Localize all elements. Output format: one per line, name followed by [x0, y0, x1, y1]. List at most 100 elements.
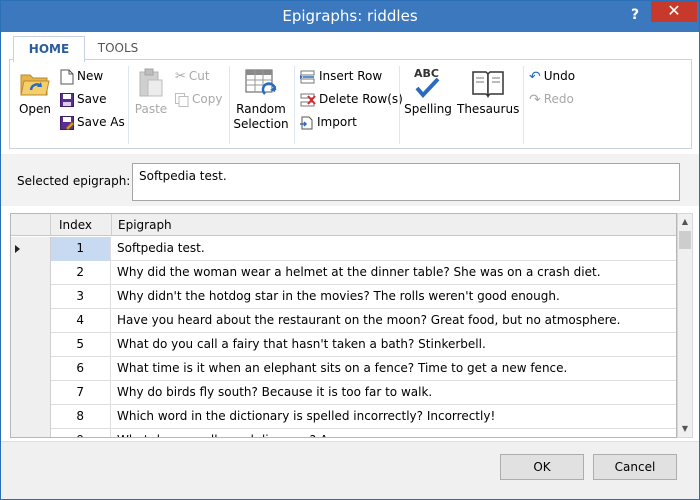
redo-label: Redo — [543, 92, 574, 106]
epigraph-table: Index Epigraph 1 Softpedia test. 2 Why d… — [10, 213, 677, 438]
table-row[interactable]: 4 Have you heard about the restaurant on… — [11, 309, 676, 333]
help-button[interactable]: ? — [625, 5, 645, 25]
checkmark-icon — [415, 78, 440, 98]
row-header[interactable] — [11, 333, 51, 357]
row-epigraph: What do you call a fairy that hasn't tak… — [117, 337, 486, 351]
scroll-up-button[interactable]: ▲ — [678, 214, 692, 230]
scroll-down-button[interactable]: ▼ — [678, 421, 692, 437]
row-header[interactable] — [11, 429, 51, 437]
random-label-line1: Random — [236, 102, 286, 116]
ribbon-divider — [229, 66, 230, 144]
row-index: 3 — [51, 285, 111, 309]
selected-epigraph-label: Selected epigraph: — [17, 174, 131, 188]
table-row[interactable]: 3 Why didn't the hotdog star in the movi… — [11, 285, 676, 309]
save-label: Save — [77, 92, 107, 106]
column-header-index[interactable]: Index — [51, 214, 112, 236]
table-row[interactable]: 7 Why do birds fly south? Because it is … — [11, 381, 676, 405]
row-header[interactable] — [11, 237, 51, 261]
row-epigraph: Have you heard about the restaurant on t… — [117, 313, 621, 327]
row-index: 6 — [51, 357, 111, 381]
row-index: 8 — [51, 405, 111, 429]
table-row[interactable]: 2 Why did the woman wear a helmet at the… — [11, 261, 676, 285]
random-selection-button[interactable]: Random Selection — [233, 68, 289, 132]
undo-icon: ↶ — [529, 68, 541, 85]
close-button[interactable]: ✕ — [651, 1, 697, 22]
insert-row-icon — [300, 70, 315, 83]
thesaurus-label: Thesaurus — [457, 102, 520, 116]
save-button[interactable]: Save — [60, 89, 106, 109]
table-row[interactable]: 8 Which word in the dictionary is spelle… — [11, 405, 676, 429]
row-header[interactable] — [11, 261, 51, 285]
cut-button[interactable]: ✂ Cut — [175, 66, 210, 86]
new-label: New — [77, 69, 104, 83]
selected-epigraph-panel: Selected epigraph: Softpedia test. — [1, 154, 699, 206]
epigraphs-window: Epigraphs: riddles ? ✕ HOME TOOLS Open N… — [0, 0, 700, 500]
import-label: Import — [317, 115, 357, 129]
cancel-button[interactable]: Cancel — [593, 454, 677, 480]
undo-button[interactable]: ↶ Undo — [529, 66, 575, 86]
column-header-epigraph[interactable]: Epigraph — [112, 214, 676, 236]
ribbon-panel: Open New Save Save As Paste ✂ Cut Copy R… — [9, 59, 692, 149]
new-button[interactable]: New — [60, 66, 103, 86]
scroll-thumb[interactable] — [679, 231, 691, 249]
insert-row-button[interactable]: Insert Row — [300, 66, 382, 86]
delete-row-icon — [300, 93, 316, 106]
row-index: 9 — [51, 429, 111, 437]
row-epigraph: Why didn't the hotdog star in the movies… — [117, 289, 560, 303]
delete-rows-label: Delete Row(s) — [319, 92, 403, 106]
redo-icon: ↷ — [529, 91, 541, 108]
insert-row-label: Insert Row — [319, 69, 383, 83]
title-bar: Epigraphs: riddles ? ✕ — [1, 1, 699, 32]
copy-icon — [175, 92, 189, 107]
spelling-button[interactable]: ABC Spelling — [403, 66, 453, 117]
ribbon-divider — [399, 66, 400, 144]
current-row-arrow-icon — [15, 245, 20, 253]
row-epigraph: Softpedia test. — [117, 241, 205, 255]
open-label: Open — [18, 102, 52, 116]
row-epigraph: Which word in the dictionary is spelled … — [117, 409, 496, 423]
row-index: 2 — [51, 261, 111, 285]
selected-epigraph-field[interactable]: Softpedia test. — [132, 163, 680, 201]
copy-button[interactable]: Copy — [175, 89, 222, 109]
spelling-icon: ABC — [412, 66, 444, 98]
paste-icon — [139, 68, 163, 97]
ribbon-divider — [523, 66, 524, 144]
row-index: 4 — [51, 309, 111, 333]
table-row[interactable]: 1 Softpedia test. — [11, 237, 676, 261]
import-button[interactable]: Import — [300, 112, 357, 132]
table-row[interactable]: 5 What do you call a fairy that hasn't t… — [11, 333, 676, 357]
dialog-footer: OK Cancel — [1, 441, 699, 499]
save-as-icon — [60, 115, 74, 130]
table-row[interactable]: 9 What do you call a sad dinosaur? A mys… — [11, 429, 676, 437]
import-icon — [300, 116, 313, 129]
random-table-icon — [245, 69, 277, 95]
scissors-icon: ✂ — [175, 68, 186, 84]
undo-label: Undo — [543, 69, 576, 83]
row-epigraph: Why do birds fly south? Because it is to… — [117, 385, 433, 399]
paste-button[interactable]: Paste — [132, 68, 170, 117]
row-header[interactable] — [11, 405, 51, 429]
row-header[interactable] — [11, 285, 51, 309]
ribbon-divider — [128, 66, 129, 144]
row-header-corner — [11, 214, 51, 236]
delete-rows-button[interactable]: Delete Row(s) — [300, 89, 403, 109]
save-as-label: Save As — [77, 115, 125, 129]
row-header[interactable] — [11, 381, 51, 405]
row-epigraph: What time is it when an elephant sits on… — [117, 361, 568, 375]
table-scrollbar[interactable]: ▲ ▼ — [677, 213, 693, 438]
copy-label: Copy — [192, 92, 223, 106]
open-button[interactable]: Open — [14, 68, 56, 117]
redo-button[interactable]: ↷ Redo — [529, 89, 574, 109]
thesaurus-button[interactable]: Thesaurus — [457, 68, 519, 117]
row-header[interactable] — [11, 357, 51, 381]
new-document-icon — [60, 69, 74, 84]
row-epigraph: What do you call a sad dinosaur? A myser… — [112, 429, 420, 437]
save-as-button[interactable]: Save As — [60, 112, 125, 132]
window-title: Epigraphs: riddles — [282, 7, 418, 25]
ok-button[interactable]: OK — [500, 454, 584, 480]
book-icon — [472, 71, 504, 98]
tab-home[interactable]: HOME — [13, 36, 85, 62]
table-row[interactable]: 6 What time is it when an elephant sits … — [11, 357, 676, 381]
spelling-label: Spelling — [404, 102, 452, 116]
row-header[interactable] — [11, 309, 51, 333]
